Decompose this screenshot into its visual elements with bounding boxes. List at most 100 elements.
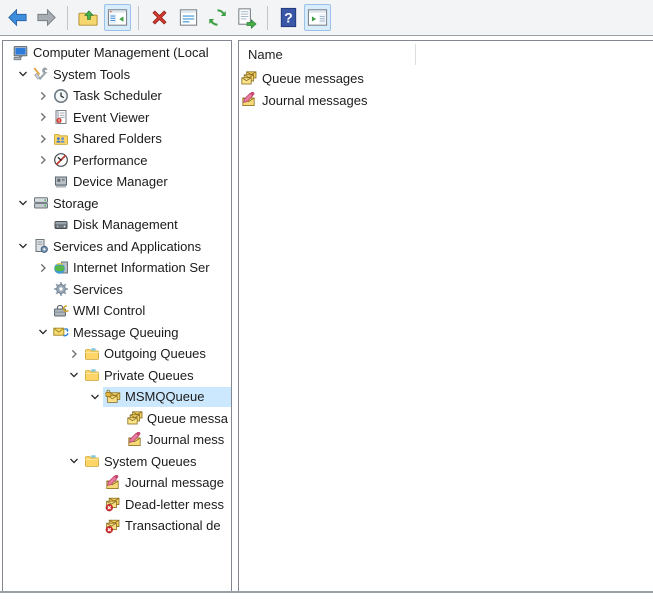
tree-item-label: Journal mess <box>147 432 225 448</box>
tree-item-system-tools[interactable]: System Tools <box>3 64 231 86</box>
chevron-down-icon[interactable] <box>15 195 31 211</box>
tree-item-hit-area[interactable]: Internet Information Ser <box>51 258 231 278</box>
tree-item-journal-mess[interactable]: Journal mess <box>3 429 231 451</box>
tree-item-msmqqueue[interactable]: MSMQQueue <box>3 386 231 408</box>
wmi-control-icon <box>53 303 69 319</box>
tree-item-label: Private Queues <box>104 367 194 383</box>
chevron-placeholder <box>87 475 103 491</box>
tree-item-label: Shared Folders <box>73 131 162 147</box>
toolbar-button-properties[interactable] <box>175 4 202 31</box>
toolbar-button-export-list[interactable] <box>233 4 260 31</box>
services-applications-icon <box>33 238 49 254</box>
performance-icon <box>53 152 69 168</box>
window-bottom-edge <box>0 591 653 593</box>
chevron-right-icon[interactable] <box>35 88 51 104</box>
tree-item-hit-area[interactable]: Transactional de <box>103 516 231 536</box>
tree-item-transactional-de[interactable]: Transactional de <box>3 515 231 537</box>
tree-item-hit-area[interactable]: Private Queues <box>82 365 231 385</box>
tree-item-label: Event Viewer <box>73 109 150 125</box>
tree-item-label: Transactional de <box>125 518 221 534</box>
folder-up-icon <box>77 6 100 29</box>
tree-item-internet-information-ser[interactable]: Internet Information Ser <box>3 257 231 279</box>
chevron-placeholder <box>109 432 125 448</box>
tree-item-hit-area[interactable]: Storage <box>31 193 231 213</box>
computer-icon <box>13 45 29 61</box>
console-tree-window-icon <box>106 6 129 29</box>
tree-item-device-manager[interactable]: Device Manager <box>3 171 231 193</box>
chevron-right-icon[interactable] <box>35 131 51 147</box>
tree-item-label: Dead-letter mess <box>125 496 224 512</box>
tree-item-hit-area[interactable]: Services <box>51 279 231 299</box>
list-item-queue-messages[interactable]: Queue messages <box>239 67 653 89</box>
tree-item-hit-area[interactable]: Queue messa <box>125 408 231 428</box>
toolbar-button-delete[interactable] <box>146 4 173 31</box>
tree-item-hit-area[interactable]: Journal mess <box>125 430 231 450</box>
tree-item-dead-letter-mess[interactable]: Dead-letter mess <box>3 494 231 516</box>
tree-item-hit-area[interactable]: Journal message <box>103 473 231 493</box>
tree-item-storage[interactable]: Storage <box>3 193 231 215</box>
chevron-down-icon[interactable] <box>15 66 31 82</box>
tree-item-label: Queue messa <box>147 410 228 426</box>
tree-item-journal-message[interactable]: Journal message <box>3 472 231 494</box>
tree-item-label: MSMQQueue <box>125 389 205 405</box>
tree-item-task-scheduler[interactable]: Task Scheduler <box>3 85 231 107</box>
toolbar-button-refresh[interactable] <box>204 4 231 31</box>
chevron-right-icon[interactable] <box>35 260 51 276</box>
tree-item-label: Outgoing Queues <box>104 346 206 362</box>
tree-item-hit-area[interactable]: Dead-letter mess <box>103 494 231 514</box>
column-header-name[interactable]: Name <box>239 41 653 67</box>
chevron-placeholder <box>35 217 51 233</box>
chevron-down-icon[interactable] <box>15 238 31 254</box>
tree-item-wmi-control[interactable]: WMI Control <box>3 300 231 322</box>
tree-item-services[interactable]: Services <box>3 279 231 301</box>
iis-icon <box>53 260 69 276</box>
chevron-right-icon[interactable] <box>35 109 51 125</box>
toolbar-button-forward[interactable] <box>33 4 60 31</box>
tree-item-hit-area[interactable]: System Queues <box>82 451 231 471</box>
toolbar-button-show-console-tree[interactable] <box>104 4 131 31</box>
toolbar-button-help[interactable]: ? <box>275 4 302 31</box>
tree-item-hit-area[interactable]: Task Scheduler <box>51 86 231 106</box>
tree-item-event-viewer[interactable]: Event Viewer <box>3 107 231 129</box>
svg-text:?: ? <box>284 9 292 25</box>
tree-item-private-queues[interactable]: Private Queues <box>3 365 231 387</box>
list-item-label: Queue messages <box>262 70 364 86</box>
tree-item-hit-area[interactable]: Device Manager <box>51 172 231 192</box>
tree-item-hit-area[interactable]: System Tools <box>31 64 231 84</box>
tree-item-hit-area[interactable]: Computer Management (Local <box>11 43 231 63</box>
tree-item-computer-management-local[interactable]: Computer Management (Local <box>3 42 231 64</box>
tree-item-message-queuing[interactable]: Message Queuing <box>3 322 231 344</box>
chevron-down-icon[interactable] <box>66 367 82 383</box>
tree-item-disk-management[interactable]: Disk Management <box>3 214 231 236</box>
tree-item-hit-area[interactable]: Services and Applications <box>31 236 231 256</box>
tree-item-outgoing-queues[interactable]: Outgoing Queues <box>3 343 231 365</box>
shared-folders-icon <box>53 131 69 147</box>
chevron-placeholder <box>87 518 103 534</box>
tree-item-hit-area[interactable]: WMI Control <box>51 301 231 321</box>
tree-item-queue-messa[interactable]: Queue messa <box>3 408 231 430</box>
chevron-right-icon[interactable] <box>35 152 51 168</box>
chevron-down-icon[interactable] <box>66 453 82 469</box>
tree-item-hit-area[interactable]: Outgoing Queues <box>82 344 231 364</box>
tree-item-performance[interactable]: Performance <box>3 150 231 172</box>
tree-item-system-queues[interactable]: System Queues <box>3 451 231 473</box>
tree-item-hit-area[interactable]: Shared Folders <box>51 129 231 149</box>
toolbar-button-up-one-level[interactable] <box>75 4 102 31</box>
toolbar-button-show-action-pane[interactable] <box>304 4 331 31</box>
tree-item-hit-area[interactable]: MSMQQueue <box>103 386 231 407</box>
list-item-journal-messages[interactable]: Journal messages <box>239 89 653 111</box>
chevron-right-icon[interactable] <box>66 346 82 362</box>
queue-messages-icon <box>127 410 143 426</box>
tree-item-label: Message Queuing <box>73 324 179 340</box>
tree-item-hit-area[interactable]: Performance <box>51 150 231 170</box>
tree-item-services-and-applications[interactable]: Services and Applications <box>3 236 231 258</box>
chevron-placeholder <box>35 303 51 319</box>
tree-item-hit-area[interactable]: Disk Management <box>51 215 231 235</box>
column-divider[interactable] <box>415 44 416 65</box>
chevron-down-icon[interactable] <box>87 389 103 405</box>
toolbar-button-back[interactable] <box>4 4 31 31</box>
chevron-down-icon[interactable] <box>35 324 51 340</box>
tree-item-hit-area[interactable]: Message Queuing <box>51 322 231 342</box>
tree-item-hit-area[interactable]: Event Viewer <box>51 107 231 127</box>
tree-item-shared-folders[interactable]: Shared Folders <box>3 128 231 150</box>
